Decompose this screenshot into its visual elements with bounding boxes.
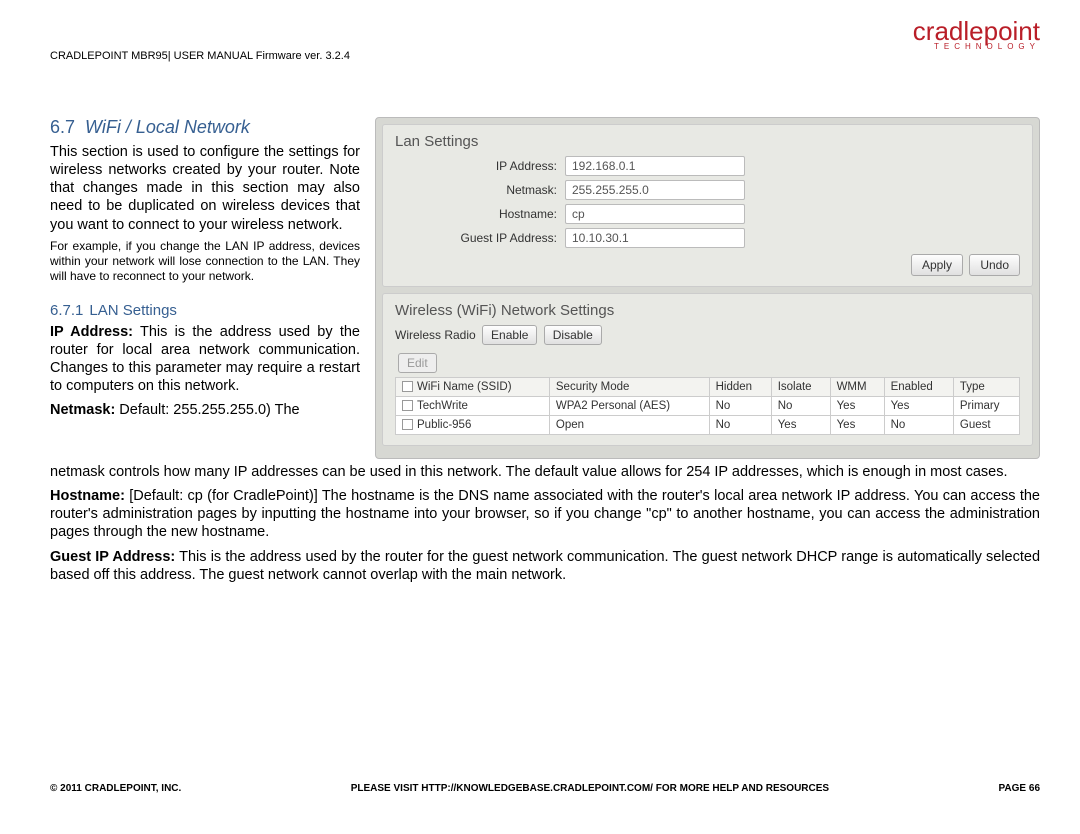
col-security: Security Mode: [549, 378, 709, 397]
lan-settings-block: Lan Settings IP Address: 192.168.0.1 Net…: [382, 124, 1033, 287]
lan-settings-title: Lan Settings: [395, 133, 1020, 150]
footer: © 2011 CRADLEPOINT, INC. PLEASE VISIT HT…: [50, 783, 1040, 794]
cell-security: WPA2 Personal (AES): [549, 397, 709, 416]
edit-button[interactable]: Edit: [398, 353, 437, 373]
section-intro: This section is used to configure the se…: [50, 143, 360, 234]
cell-enabled: No: [884, 416, 953, 435]
netmask-field-label: Netmask:: [395, 183, 565, 197]
subsection-heading: 6.7.1 LAN Settings: [50, 302, 360, 319]
cell-wmm: Yes: [830, 397, 884, 416]
cell-hidden: No: [709, 416, 771, 435]
col-type: Type: [953, 378, 1019, 397]
hostname-para: Hostname: [Default: cp (for CradlePoint)…: [50, 487, 1040, 541]
section-number: 6.7: [50, 117, 75, 137]
logo: cradlepoint TECHNOLOGY: [913, 20, 1040, 51]
ip-address-para: IP Address: This is the address used by …: [50, 323, 360, 396]
footer-link[interactable]: HTTP://KNOWLEDGEBASE.CRADLEPOINT.COM/: [421, 783, 653, 794]
cell-ssid: Public-956: [417, 419, 471, 431]
enable-button[interactable]: Enable: [482, 325, 537, 345]
subsection-number: 6.7.1: [50, 302, 83, 319]
section-title-text: WiFi / Local Network: [85, 117, 250, 137]
table-header-row: WiFi Name (SSID) Security Mode Hidden Is…: [396, 378, 1020, 397]
col-wmm: WMM: [830, 378, 884, 397]
netmask-field-input[interactable]: 255.255.255.0: [565, 180, 745, 200]
cell-isolate: Yes: [771, 416, 830, 435]
cell-type: Primary: [953, 397, 1019, 416]
netmask-trail: Default: 255.255.255.0) The: [115, 402, 299, 418]
row-checkbox[interactable]: [402, 400, 413, 411]
table-row[interactable]: TechWrite WPA2 Personal (AES) No No Yes …: [396, 397, 1020, 416]
wireless-radio-row: Wireless Radio Enable Disable: [395, 325, 1020, 345]
hostname-text: [Default: cp (for CradlePoint)] The host…: [50, 488, 1040, 540]
hostname-field-input[interactable]: cp: [565, 204, 745, 224]
ip-address-label: IP Address:: [50, 324, 133, 340]
wifi-settings-block: Wireless (WiFi) Network Settings Wireles…: [382, 293, 1033, 446]
col-isolate: Isolate: [771, 378, 830, 397]
footer-right: PAGE 66: [999, 783, 1041, 794]
cell-wmm: Yes: [830, 416, 884, 435]
section-example: For example, if you change the LAN IP ad…: [50, 239, 360, 284]
cell-hidden: No: [709, 397, 771, 416]
col-enabled: Enabled: [884, 378, 953, 397]
header-breadcrumb: CRADLEPOINT MBR95| USER MANUAL Firmware …: [50, 50, 350, 62]
footer-left: © 2011 CRADLEPOINT, INC.: [50, 783, 181, 794]
wifi-table: WiFi Name (SSID) Security Mode Hidden Is…: [395, 377, 1020, 435]
footer-middle: PLEASE VISIT HTTP://KNOWLEDGEBASE.CRADLE…: [181, 783, 998, 794]
wifi-settings-title: Wireless (WiFi) Network Settings: [395, 302, 1020, 319]
footer-mid-post: FOR MORE HELP AND RESOURCES: [653, 783, 829, 794]
guest-ip-field-input[interactable]: 10.10.30.1: [565, 228, 745, 248]
wireless-radio-label: Wireless Radio: [395, 328, 476, 342]
col-ssid: WiFi Name (SSID): [417, 381, 512, 393]
netmask-continuation: netmask controls how many IP addresses c…: [50, 463, 1040, 481]
guest-ip-field-label: Guest IP Address:: [395, 231, 565, 245]
section-heading: 6.7 WiFi / Local Network: [50, 117, 360, 138]
footer-mid-pre: PLEASE VISIT: [351, 783, 422, 794]
cell-security: Open: [549, 416, 709, 435]
ip-field-label: IP Address:: [395, 159, 565, 173]
apply-button[interactable]: Apply: [911, 254, 963, 276]
hostname-field-label: Hostname:: [395, 207, 565, 221]
ip-field-input[interactable]: 192.168.0.1: [565, 156, 745, 176]
select-all-checkbox[interactable]: [402, 381, 413, 392]
guest-ip-para-label: Guest IP Address:: [50, 549, 175, 565]
netmask-label: Netmask:: [50, 402, 115, 418]
table-row[interactable]: Public-956 Open No Yes Yes No Guest: [396, 416, 1020, 435]
settings-panel: Lan Settings IP Address: 192.168.0.1 Net…: [375, 117, 1040, 459]
logo-main: cradlepoint: [913, 20, 1040, 43]
disable-button[interactable]: Disable: [544, 325, 602, 345]
cell-enabled: Yes: [884, 397, 953, 416]
netmask-leadin: Netmask: Default: 255.255.255.0) The: [50, 401, 360, 419]
col-hidden: Hidden: [709, 378, 771, 397]
row-checkbox[interactable]: [402, 419, 413, 430]
cell-ssid: TechWrite: [417, 400, 468, 412]
cell-type: Guest: [953, 416, 1019, 435]
hostname-para-label: Hostname:: [50, 488, 125, 504]
undo-button[interactable]: Undo: [969, 254, 1020, 276]
subsection-title: LAN Settings: [89, 302, 177, 319]
guest-ip-text: This is the address used by the router f…: [50, 549, 1040, 583]
cell-isolate: No: [771, 397, 830, 416]
guest-ip-para: Guest IP Address: This is the address us…: [50, 548, 1040, 584]
